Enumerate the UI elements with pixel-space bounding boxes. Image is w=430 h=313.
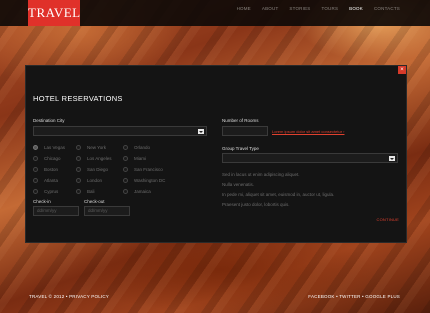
radio-circle-icon[interactable] <box>123 167 128 172</box>
nav-item-tours[interactable]: TOURS <box>321 0 338 26</box>
city-radio-label: London <box>87 178 103 183</box>
radio-circle-icon[interactable] <box>123 145 128 150</box>
hotel-reservation-modal: × HOTEL RESERVATIONS Destination City Ch… <box>25 65 407 243</box>
city-radio-label: Los Angeles <box>87 156 112 161</box>
city-radio-label: Jamaica <box>134 189 151 194</box>
chevron-down-icon <box>389 156 395 161</box>
radio-circle-icon[interactable] <box>76 189 81 194</box>
checkout-input[interactable]: dd/mm/yy <box>84 206 130 216</box>
checkin-label: Check-in <box>33 199 51 204</box>
main-nav: HOME ABOUT STORIES TOURS BOOK CONTACTS <box>226 0 400 26</box>
city-radio-option[interactable]: Las Vegas <box>33 145 65 150</box>
city-radio-option[interactable]: Washington DC <box>123 178 165 183</box>
continue-button[interactable]: CONTINUE <box>377 217 400 222</box>
city-radio-option[interactable]: Bali <box>76 189 95 194</box>
destination-label: Destination City <box>33 118 65 123</box>
city-radio-label: Boston <box>44 167 59 172</box>
city-radio-label: Chicago <box>44 156 61 161</box>
city-radio-option[interactable]: Cyprus <box>33 189 58 194</box>
description-line-1: Sed in lacus ut enim adipiscing aliquet. <box>222 172 300 177</box>
city-radio-label: Cyprus <box>44 189 59 194</box>
city-radio-option[interactable]: Atlanta <box>33 178 58 183</box>
city-radio-option[interactable]: Miami <box>123 156 146 161</box>
top-navigation-bar: TRAVEL HOME ABOUT STORIES TOURS BOOK CON… <box>0 0 430 26</box>
footer-social-links[interactable]: FACEBOOK • TWITTER • GOOGLE PLUS <box>308 294 400 299</box>
radio-circle-icon[interactable] <box>33 145 38 150</box>
group-travel-select[interactable] <box>222 153 398 163</box>
modal-title: HOTEL RESERVATIONS <box>33 94 123 103</box>
radio-circle-icon[interactable] <box>123 189 128 194</box>
city-radio-label: Atlanta <box>44 178 59 183</box>
city-radio-label: Las Vegas <box>44 145 66 150</box>
city-radio-label: San Diego <box>87 167 109 172</box>
city-radio-option[interactable]: Los Angeles <box>76 156 112 161</box>
city-radio-label: New York <box>87 145 107 150</box>
city-radio-option[interactable]: Jamaica <box>123 189 151 194</box>
checkin-input[interactable]: dd/mm/yy <box>33 206 79 216</box>
group-travel-label: Group Travel Type <box>222 146 259 151</box>
city-radio-option[interactable]: Boston <box>33 167 58 172</box>
radio-circle-icon[interactable] <box>76 145 81 150</box>
description-line-3: In pede mi, aliquet sit amet, euismod in… <box>222 192 335 197</box>
city-radio-label: Washington DC <box>134 178 166 183</box>
radio-circle-icon[interactable] <box>123 178 128 183</box>
city-radio-label: Miami <box>134 156 146 161</box>
checkout-label: Check-out <box>84 199 105 204</box>
rooms-input[interactable] <box>222 126 268 136</box>
site-logo[interactable]: TRAVEL <box>28 0 80 26</box>
radio-circle-icon[interactable] <box>33 189 38 194</box>
nav-item-book[interactable]: BOOK <box>349 0 363 26</box>
radio-circle-icon[interactable] <box>76 178 81 183</box>
rooms-info-link[interactable]: Lorem ipsum dolor sit amet consectetur › <box>272 129 344 134</box>
city-radio-option[interactable]: San Diego <box>76 167 108 172</box>
nav-item-home[interactable]: HOME <box>237 0 251 26</box>
radio-circle-icon[interactable] <box>123 156 128 161</box>
city-radio-option[interactable]: Orlando <box>123 145 150 150</box>
nav-item-about[interactable]: ABOUT <box>262 0 279 26</box>
radio-circle-icon[interactable] <box>33 156 38 161</box>
city-radio-label: Bali <box>87 189 95 194</box>
radio-circle-icon[interactable] <box>76 156 81 161</box>
description-line-4: Praesent justo dolor, lobortis quis. <box>222 202 290 207</box>
city-radio-label: San Francisco <box>134 167 163 172</box>
nav-item-stories[interactable]: STORIES <box>289 0 310 26</box>
radio-circle-icon[interactable] <box>76 167 81 172</box>
city-radio-option[interactable]: San Francisco <box>123 167 163 172</box>
radio-circle-icon[interactable] <box>33 167 38 172</box>
description-line-2: Nulla venenatis. <box>222 182 255 187</box>
city-radio-label: Orlando <box>134 145 151 150</box>
rooms-label: Number of Rooms <box>222 118 259 123</box>
city-radio-option[interactable]: New York <box>76 145 106 150</box>
city-radio-option[interactable]: Chicago <box>33 156 61 161</box>
radio-circle-icon[interactable] <box>33 178 38 183</box>
nav-item-contacts[interactable]: CONTACTS <box>374 0 400 26</box>
close-button[interactable]: × <box>398 66 406 74</box>
destination-select[interactable] <box>33 126 207 136</box>
city-radio-option[interactable]: London <box>76 178 102 183</box>
chevron-down-icon <box>198 129 204 134</box>
footer-copyright[interactable]: TRAVEL © 2012 • PRIVACY POLICY <box>29 294 109 299</box>
